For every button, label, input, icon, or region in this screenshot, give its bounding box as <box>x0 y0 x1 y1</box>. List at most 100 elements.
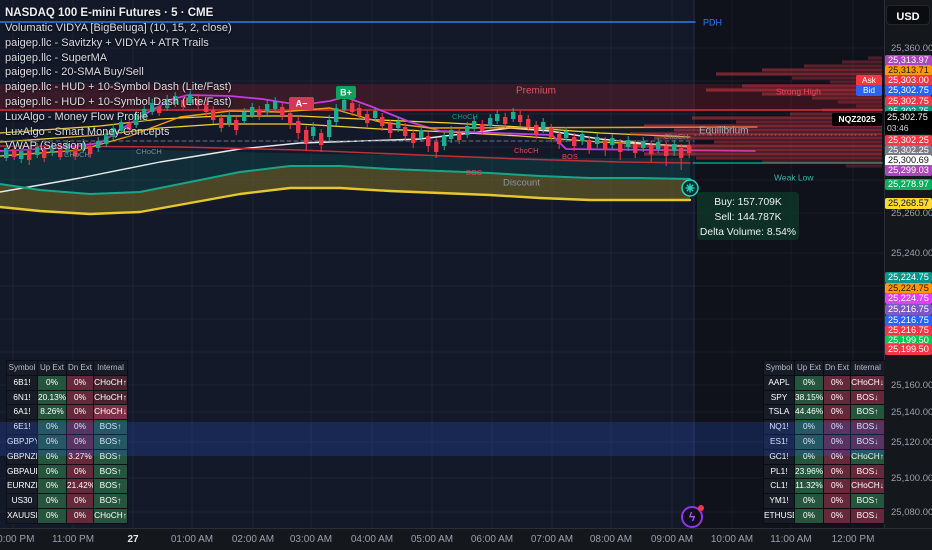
candle-body <box>626 140 631 147</box>
candle-body <box>419 130 424 138</box>
table-internal-cell: CHoCH↑ <box>94 390 127 405</box>
table-upext-cell: 38.15% <box>795 390 823 405</box>
candle-body <box>480 124 485 131</box>
table-dnext-cell: 0% <box>67 494 93 508</box>
candle-body <box>334 108 339 122</box>
candle-body <box>265 104 270 112</box>
price-level-label: 25,302.75 <box>885 84 932 96</box>
premium-zone <box>0 84 882 110</box>
currency-toggle-button[interactable]: USD <box>886 5 930 25</box>
price-tick-label: 25,240.00 <box>891 248 932 259</box>
table-internal-cell: CHoCH↓ <box>94 405 127 420</box>
time-tick-label: 10:00 AM <box>710 534 754 545</box>
table-upext-cell: 11.32% <box>795 479 823 494</box>
candle-body <box>434 142 439 152</box>
candle-body <box>465 126 470 135</box>
spark-fab-button[interactable]: ϟ <box>681 505 704 528</box>
table-upext-cell: 0% <box>38 464 66 479</box>
candle-body <box>442 136 447 146</box>
table-symbol-cell: GC1! <box>764 449 794 464</box>
table-internal-cell: BOS↓ <box>851 390 884 405</box>
zone-label: Weak Low <box>774 172 814 182</box>
volume-bar <box>696 156 882 160</box>
table-upext-cell: 0% <box>38 420 66 434</box>
table-upext-cell: 0% <box>38 479 66 494</box>
table-dnext-cell: 0% <box>67 390 93 405</box>
table-symbol-cell: GBPJPY <box>7 434 37 449</box>
table-upext-cell: 0% <box>38 508 66 523</box>
bar-countdown: 03:46 <box>887 123 909 133</box>
table-dnext-cell: 0% <box>824 405 850 420</box>
table-dnext-cell: 0% <box>824 479 850 494</box>
time-axis[interactable]: 10:00 PM 11:00 PM 27 01:00 AM 02:00 AM 03:00 … <box>0 528 932 550</box>
price-level-label: 25,216.75 <box>885 314 932 326</box>
candle-body <box>96 141 101 148</box>
candle-body <box>119 122 124 131</box>
time-tick-label: 03:00 AM <box>289 534 333 545</box>
price-level-label: 25,299.03 <box>885 164 932 176</box>
candle-body <box>50 146 55 153</box>
candle-body <box>327 120 332 137</box>
price-tick-label: 25,160.00 <box>891 380 932 391</box>
price-level-label: 25,313.71 <box>885 64 932 76</box>
zone-label: ChoCH <box>664 132 689 141</box>
candle-body <box>350 103 355 112</box>
zone-label: Equilibrium <box>699 126 748 137</box>
volume-bar <box>812 96 882 100</box>
price-level-label: 25,278.97 <box>885 178 932 190</box>
table-dnext-cell: 0% <box>824 390 850 405</box>
candle-body <box>81 143 86 150</box>
candle-body <box>373 111 378 118</box>
candle-body <box>411 133 416 143</box>
candle-body <box>219 118 224 128</box>
price-level-label: 25,302.25 <box>885 134 932 146</box>
zone-label: Strong High <box>776 86 821 96</box>
candle-body <box>564 131 569 138</box>
table-symbol-cell: YM1! <box>764 494 794 508</box>
table-symbol-cell: EURNZD <box>7 479 37 494</box>
price-tick-label: 25,140.00 <box>891 407 932 418</box>
time-tick-label: 09:00 AM <box>650 534 694 545</box>
candle-body <box>296 121 301 133</box>
table-symbol-cell: TSLA <box>764 405 794 420</box>
candle-body <box>27 150 32 160</box>
volume-bar <box>822 108 882 112</box>
table-dnext-cell: 0% <box>824 449 850 464</box>
price-level-label: 25,216.75 <box>885 324 932 336</box>
volume-bar <box>868 56 882 60</box>
table-dnext-cell: 0% <box>67 405 93 420</box>
table-symbol-cell: 6N1! <box>7 390 37 405</box>
volume-bar <box>804 64 882 68</box>
price-tick-label: 25,260.00 <box>891 208 932 219</box>
candle-body <box>557 134 562 144</box>
table-symbol-cell: GBPNZD <box>7 449 37 464</box>
time-tick-label: 10:00 PM <box>0 534 35 545</box>
candle-body <box>250 107 255 115</box>
table-internal-cell: BOS↓ <box>851 508 884 523</box>
table-upext-cell: 0% <box>38 375 66 390</box>
ask-tag: Ask <box>856 74 882 86</box>
candle-body <box>610 138 615 145</box>
candle-body <box>587 140 592 149</box>
table-symbol-cell: GBPAUD <box>7 464 37 479</box>
table-internal-cell: BOS↑ <box>851 494 884 508</box>
candle-body <box>633 144 638 153</box>
table-header: Symbol <box>7 361 37 375</box>
table-dnext-cell: 0% <box>67 508 93 523</box>
table-upext-cell: 0% <box>795 494 823 508</box>
time-tick-label: 11:00 PM <box>51 534 95 545</box>
trading-chart-window: A− B+ Premium Strong High Equilibrium Weak Lo… <box>0 0 932 550</box>
candle-body <box>157 106 162 113</box>
table-internal-cell: BOS↑ <box>94 464 127 479</box>
candle-body <box>150 103 155 112</box>
candle-body <box>641 141 646 148</box>
time-tick-label: 11:00 AM <box>770 534 812 545</box>
table-dnext-cell: 21.42% <box>67 479 93 494</box>
zone-label: PDH <box>703 17 722 27</box>
candle-body <box>649 145 654 154</box>
candle-body <box>511 112 516 119</box>
candle-body <box>679 148 684 158</box>
price-level-label: 25,224.75 <box>885 292 932 304</box>
candle-body <box>687 146 692 153</box>
candle-body <box>526 119 531 127</box>
